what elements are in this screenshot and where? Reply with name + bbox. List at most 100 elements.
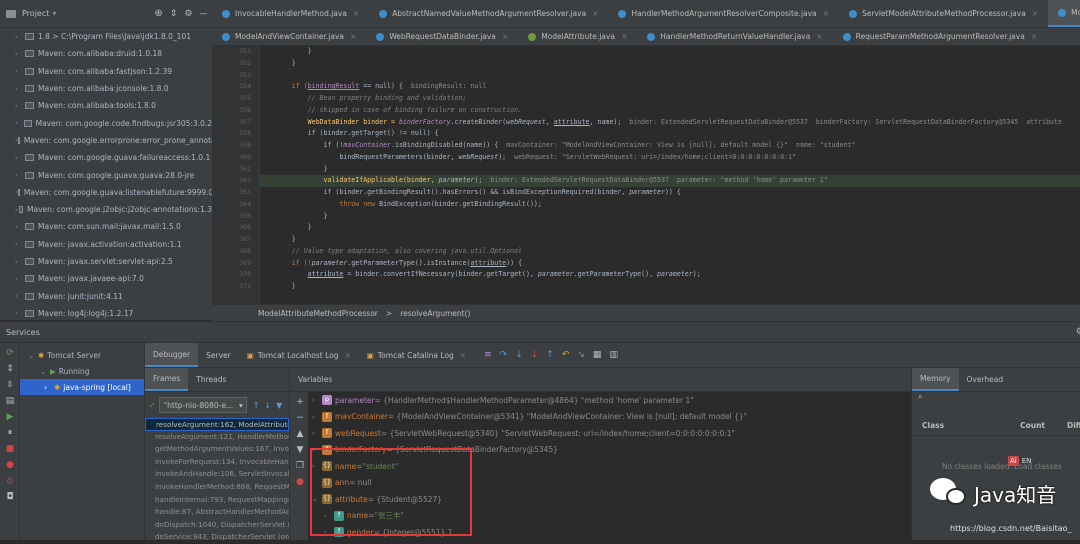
add-watch-icon[interactable]: + — [294, 396, 306, 408]
search-icon[interactable]: ⌕ — [912, 392, 1080, 404]
move-down-icon[interactable]: ▼ — [294, 444, 306, 456]
step-out-icon[interactable]: ↑ — [546, 350, 554, 360]
line-number[interactable]: 371 — [212, 281, 259, 293]
show-execution-point-icon[interactable]: ≡ — [484, 350, 492, 360]
target-icon[interactable]: ⊕ — [154, 8, 162, 19]
close-icon[interactable]: × — [502, 32, 508, 41]
variable-row[interactable]: › f webRequest = {ServletWebRequest@5340} … — [308, 425, 912, 442]
line-number[interactable]: 363 — [212, 187, 259, 199]
group-icon[interactable]: ▤ — [4, 395, 16, 407]
stack-frame[interactable]: doDispatch:1040, DispatcherServlet (org.… — [145, 519, 289, 532]
tab-tomcat-catalina-log[interactable]: ▣ Tomcat Catalina Log × — [359, 343, 474, 367]
tree-item[interactable]: › Maven: com.google.j2objc:j2objc-annotat… — [0, 201, 212, 218]
tree-item[interactable]: › Maven: com.google.code.findbugs:jsr305:… — [0, 114, 212, 131]
move-up-icon[interactable]: ▲ — [294, 428, 306, 440]
col-class[interactable]: Class — [922, 421, 944, 430]
filter-icon[interactable]: ▼ — [276, 401, 282, 410]
memory-empty-text[interactable]: No classes loaded. Load classes — [942, 462, 1062, 471]
line-number[interactable]: 356 — [212, 105, 259, 117]
tab-debugger[interactable]: Debugger — [145, 343, 199, 367]
tree-item[interactable]: › Maven: javax.javaee-api:7.0 — [0, 270, 212, 287]
expand-all-icon[interactable]: ⇕ — [4, 363, 16, 375]
project-title[interactable]: Project — [22, 9, 49, 18]
thread-dropdown[interactable]: "http-nio-8080-e... ▾ — [158, 397, 247, 413]
tree-item[interactable]: › Maven: com.alibaba:jconsole:1.8.0 — [0, 80, 212, 97]
tree-item[interactable]: › 1.8 > C:\Program Files\Java\jdk1.8.0_10… — [0, 28, 212, 45]
editor-tab[interactable]: AbstractNamedValueMethodArgumentResolver… — [369, 0, 608, 27]
breadcrumb-method[interactable]: resolveArgument() — [400, 309, 470, 318]
tree-item[interactable]: › Maven: junit:junit:4.11 — [0, 287, 212, 304]
svc-item-running[interactable]: ⌄ ▶ Running — [20, 363, 144, 379]
line-number[interactable]: 352 — [212, 58, 259, 70]
stop-icon[interactable]: ■ — [4, 443, 16, 455]
stack-frame[interactable]: handleInternal:793, RequestMappingHandle… — [145, 494, 289, 507]
tab-tomcat-localhost-log[interactable]: ▣ Tomcat Localhost Log × — [239, 343, 359, 367]
evaluate-icon[interactable]: ▦ — [593, 350, 602, 360]
editor-tab[interactable]: HandlerMethodReturnValueHandler.java × — [637, 28, 832, 45]
tree-item[interactable]: › Maven: com.google.guava:listenablefutur… — [0, 184, 212, 201]
stack-frame[interactable]: invokeHandlerMethod:888, RequestMappingH… — [145, 481, 289, 494]
run-icon[interactable]: ▶ — [4, 411, 16, 423]
svc-item-java-spring[interactable]: › ✱ java-spring [local] — [20, 379, 144, 395]
down-arrow-icon[interactable]: ↓ — [264, 401, 271, 410]
line-number[interactable]: 359 — [212, 140, 259, 152]
line-number[interactable]: 365 — [212, 211, 259, 223]
breadcrumb-class[interactable]: ModelAttributeMethodProcessor — [258, 309, 378, 318]
stack-frame[interactable]: doService:943, DispatcherServlet (org.sp… — [145, 531, 289, 544]
line-number[interactable]: 355 — [212, 93, 259, 105]
close-icon[interactable]: × — [823, 9, 829, 18]
close-icon[interactable]: × — [460, 351, 466, 360]
tab-frames[interactable]: Frames — [145, 368, 189, 391]
line-number[interactable]: 361 — [212, 164, 259, 176]
line-number[interactable]: 364 — [212, 199, 259, 211]
line-number[interactable]: 360 — [212, 152, 259, 164]
tab-threads[interactable]: Threads — [188, 368, 234, 391]
gear-icon[interactable]: ⚙ — [184, 9, 192, 19]
tree-item[interactable]: › Maven: com.sun.mail:javax.mail:1.5.0 — [0, 218, 212, 235]
tree-item[interactable]: › Maven: com.google.guava:guava:28.0-jre — [0, 166, 212, 183]
editor-tab[interactable]: ModelAttribute.java × — [518, 28, 637, 45]
line-number[interactable]: 367 — [212, 234, 259, 246]
line-number[interactable]: 366 — [212, 222, 259, 234]
stack-frame[interactable]: handle:87, AbstractHandlerMethodAdapter — [145, 506, 289, 519]
tree-item[interactable]: › Maven: com.google.errorprone:error_pron… — [0, 132, 212, 149]
editor-tab[interactable]: WebRequestDataBinder.java × — [366, 28, 518, 45]
refresh-icon[interactable]: ⟳ — [4, 347, 16, 359]
close-icon[interactable]: × — [350, 32, 356, 41]
close-icon[interactable]: × — [353, 9, 359, 18]
dropdown-icon[interactable]: ▾ — [52, 9, 56, 18]
line-number[interactable]: 362 — [212, 175, 259, 187]
close-icon[interactable]: × — [1031, 32, 1037, 41]
editor-tab[interactable]: RequestParamMethodArgumentResolver.java × — [833, 28, 1047, 45]
tab-overhead[interactable]: Overhead — [959, 368, 1012, 391]
expand-icon[interactable]: › — [312, 396, 322, 404]
layout-icon[interactable]: ▥ — [609, 350, 618, 360]
line-number[interactable]: 351 — [212, 46, 259, 58]
force-step-into-icon[interactable]: ↓ — [531, 350, 539, 360]
tree-item[interactable]: › Maven: com.alibaba:fastjson:1.2.39 — [0, 63, 212, 80]
variable-row[interactable]: › p parameter = {HandlerMethod$HandlerMeth… — [308, 392, 912, 409]
tree-item[interactable]: › Maven: com.alibaba:druid:1.0.18 — [0, 45, 212, 62]
camera-icon[interactable]: ◘ — [4, 491, 16, 503]
stack-frame[interactable]: invokeForRequest:134, InvocableHandlerMe… — [145, 456, 289, 469]
step-over-icon[interactable]: ↷ — [500, 350, 508, 360]
close-icon[interactable]: × — [1032, 9, 1038, 18]
gear-icon[interactable]: ⚙ — [1076, 327, 1080, 337]
tree-item[interactable]: › Maven: javax.activation:activation:1.1 — [0, 236, 212, 253]
stack-frame[interactable]: getMethodArgumentValues:167, InvocableHa… — [145, 443, 289, 456]
remove-watch-icon[interactable]: − — [294, 412, 306, 424]
svc-item-tomcat-server[interactable]: ⌄ ✱ Tomcat Server — [20, 347, 144, 363]
line-number[interactable]: 370 — [212, 269, 259, 281]
watches-icon[interactable]: ● — [294, 476, 306, 488]
expand-icon[interactable]: › — [312, 413, 322, 421]
expand-icon[interactable]: › — [312, 429, 322, 437]
drop-frame-icon[interactable]: ↶ — [562, 350, 570, 360]
run-to-cursor-icon[interactable]: ↘ — [577, 350, 585, 360]
variable-row[interactable]: › f mavContainer = {ModelAndViewContainer@… — [308, 409, 912, 426]
up-arrow-icon[interactable]: ↑ — [253, 401, 260, 410]
collapse-icon[interactable]: ⇕ — [170, 9, 178, 19]
close-icon[interactable]: × — [621, 32, 627, 41]
copy-icon[interactable]: ❐ — [294, 460, 306, 472]
line-number[interactable]: 357 — [212, 117, 259, 129]
line-number[interactable]: 353 — [212, 70, 259, 82]
